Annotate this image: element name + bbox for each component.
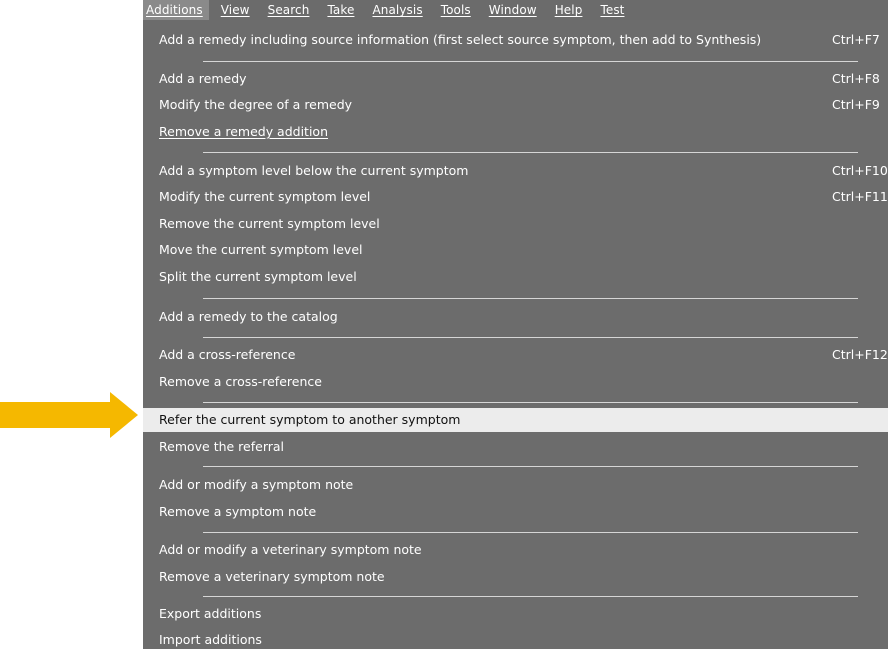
menu-item-label: Modify the current symptom level — [159, 189, 371, 204]
menu-item-move-symptom-level[interactable]: Move the current symptom level — [143, 238, 888, 262]
menu-separator — [203, 61, 858, 62]
menu-item-label: Modify the degree of a remedy — [159, 97, 353, 112]
menu-item-export-additions[interactable]: Export additions — [143, 602, 888, 626]
menu-separator — [203, 337, 858, 338]
menu-item-add-remedy-with-source[interactable]: Add a remedy including source informatio… — [143, 28, 888, 52]
menu-item-label: Remove the current symptom level — [159, 216, 380, 231]
menu-item-label: Add a symptom level below the current sy… — [159, 163, 469, 178]
menu-item-label: Remove a remedy addition — [159, 124, 329, 139]
menu-item-label: Add a cross-reference — [159, 347, 296, 362]
menubar-tools[interactable]: Tools — [441, 0, 471, 20]
menu-item-import-additions[interactable]: Import additions — [143, 628, 888, 649]
menubar-window[interactable]: Window — [489, 0, 537, 20]
menu-item-add-cross-reference[interactable]: Add a cross-reference Ctrl+F12 — [143, 343, 888, 367]
menu-item-shortcut: Ctrl+F9 — [832, 97, 880, 112]
menu-item-split-symptom-level[interactable]: Split the current symptom level — [143, 265, 888, 289]
arrow-right-icon — [0, 392, 138, 438]
menu-separator — [203, 532, 858, 533]
menu-item-shortcut: Ctrl+F8 — [832, 71, 880, 86]
menu-item-modify-remedy-degree[interactable]: Modify the degree of a remedy Ctrl+F9 — [143, 93, 888, 117]
menu-separator — [203, 152, 858, 153]
menu-item-shortcut: Ctrl+F10 — [832, 163, 888, 178]
menu-item-label: Add or modify a veterinary symptom note — [159, 542, 422, 557]
menu-item-add-symptom-note[interactable]: Add or modify a symptom note — [143, 473, 888, 497]
screenshot-stage: Additions View Search Take Analysis Tool… — [0, 0, 888, 649]
menu-item-remove-symptom-note[interactable]: Remove a symptom note — [143, 500, 888, 524]
menu-item-modify-symptom-level[interactable]: Modify the current symptom level Ctrl+F1… — [143, 185, 888, 209]
menu-item-label: Import additions — [159, 632, 262, 647]
menu-bar: Additions View Search Take Analysis Tool… — [143, 0, 888, 20]
menu-separator — [203, 596, 858, 597]
menu-item-label: Add or modify a symptom note — [159, 477, 354, 492]
menu-item-label: Add a remedy to the catalog — [159, 309, 338, 324]
menu-item-label: Move the current symptom level — [159, 242, 363, 257]
menu-item-shortcut: Ctrl+F7 — [832, 32, 880, 47]
menu-item-label: Remove a veterinary symptom note — [159, 569, 385, 584]
menu-item-label: Remove a cross-reference — [159, 374, 322, 389]
menu-item-remove-referral[interactable]: Remove the referral — [143, 435, 888, 459]
menu-item-label: Remove a symptom note — [159, 504, 317, 519]
menu-item-add-remedy[interactable]: Add a remedy Ctrl+F8 — [143, 67, 888, 91]
menubar-additions[interactable]: Additions — [143, 0, 209, 20]
menu-separator — [203, 298, 858, 299]
menubar-test[interactable]: Test — [600, 0, 624, 20]
menu-item-shortcut: Ctrl+F11 — [832, 189, 888, 204]
menu-item-label: Add a remedy including source informatio… — [159, 32, 762, 47]
menubar-help[interactable]: Help — [555, 0, 583, 20]
menu-item-shortcut: Ctrl+F12 — [832, 347, 888, 362]
menu-item-label: Add a remedy — [159, 71, 247, 86]
menubar-view[interactable]: View — [221, 0, 250, 20]
menu-item-remove-cross-reference[interactable]: Remove a cross-reference — [143, 370, 888, 394]
menu-separator — [203, 466, 858, 467]
menu-item-label: Export additions — [159, 606, 262, 621]
menu-item-label: Remove the referral — [159, 439, 285, 454]
menu-item-remove-symptom-level[interactable]: Remove the current symptom level — [143, 212, 888, 236]
additions-dropdown-menu: Add a remedy including source informatio… — [143, 20, 888, 649]
menu-item-add-vet-symptom-note[interactable]: Add or modify a veterinary symptom note — [143, 538, 888, 562]
menubar-take[interactable]: Take — [327, 0, 354, 20]
menu-item-label: Refer the current symptom to another sym… — [159, 412, 461, 427]
menu-item-remove-vet-symptom-note[interactable]: Remove a veterinary symptom note — [143, 565, 888, 589]
menu-item-add-remedy-to-catalog[interactable]: Add a remedy to the catalog — [143, 305, 888, 329]
menubar-search[interactable]: Search — [268, 0, 310, 20]
menu-item-remove-remedy-addition[interactable]: Remove a remedy addition — [143, 120, 888, 144]
menu-item-refer-symptom[interactable]: Refer the current symptom to another sym… — [143, 408, 888, 432]
menubar-analysis[interactable]: Analysis — [372, 0, 422, 20]
menu-item-label: Split the current symptom level — [159, 269, 357, 284]
menu-item-add-symptom-level[interactable]: Add a symptom level below the current sy… — [143, 159, 888, 183]
menu-separator — [203, 402, 858, 403]
